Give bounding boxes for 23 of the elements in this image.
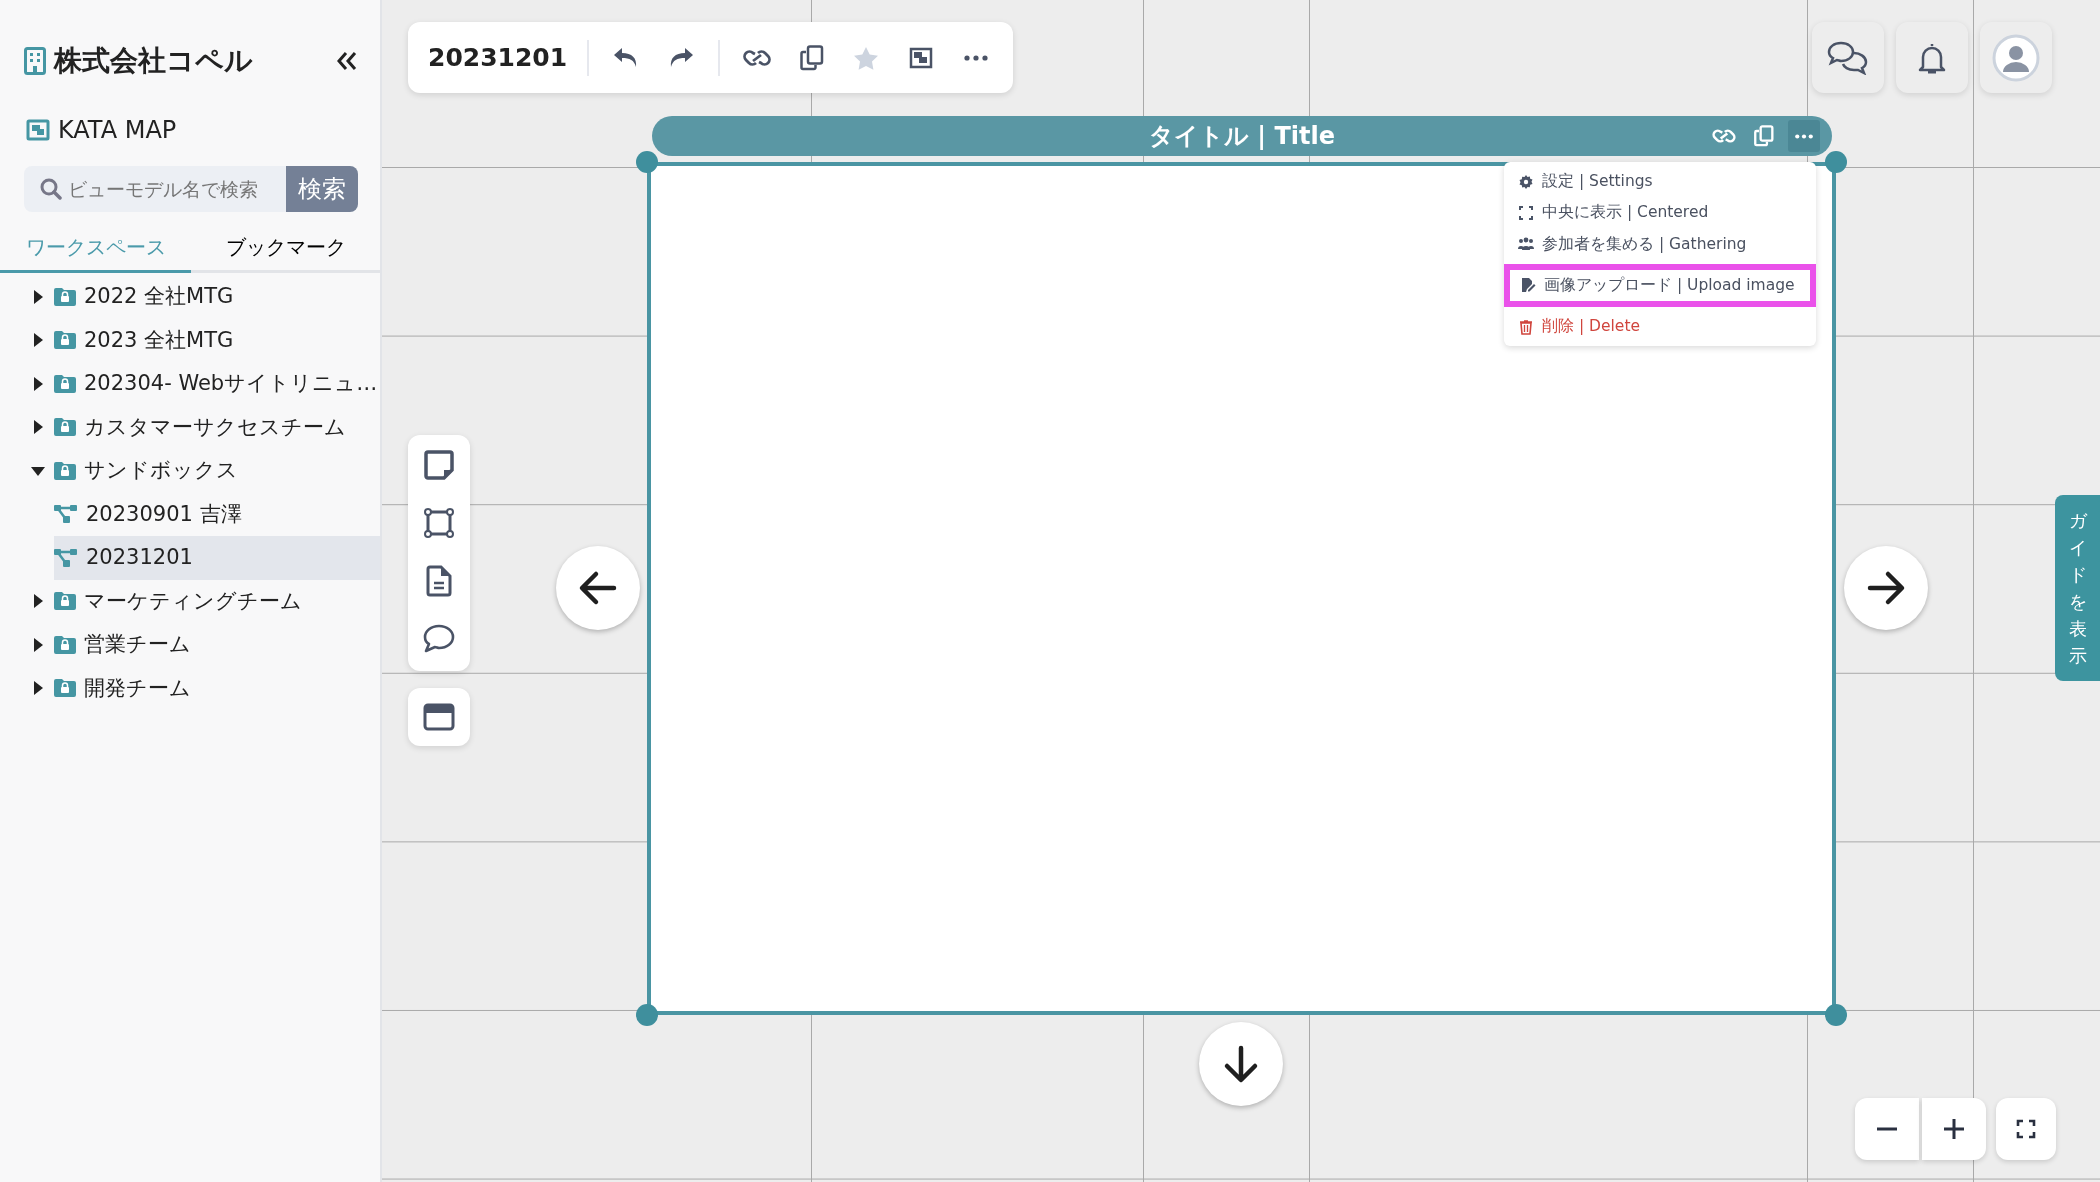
tree-item[interactable]: 2023 全社MTG <box>0 318 380 362</box>
sidebar-tab[interactable]: ブックマーク <box>191 226 380 273</box>
tree-item[interactable]: サンドボックス <box>0 449 380 493</box>
tree-item[interactable]: 2022 全社MTG <box>0 275 380 319</box>
tree-item[interactable]: カスタマーサクセスチーム <box>0 405 380 449</box>
tree-item[interactable]: マーケティングチーム <box>0 579 380 623</box>
tree-item[interactable]: 営業チーム <box>0 623 380 667</box>
search-button[interactable]: 検索 <box>286 166 358 212</box>
tree-item[interactable]: 開発チーム <box>0 666 380 710</box>
search-field[interactable]: ビューモデル名で検索 検索 <box>24 166 358 212</box>
tree-item[interactable]: 20230901 吉澤 <box>54 492 380 536</box>
tree-item[interactable]: 20231201 <box>54 536 380 580</box>
menu-item[interactable]: 参加者を集める | Gathering <box>1508 228 1812 260</box>
company-name: 株式会社コペル <box>54 43 253 79</box>
tree-item[interactable]: 202304- Webサイトリニュ… <box>0 362 380 406</box>
menu-item[interactable]: 中央に表示 | Centered <box>1508 197 1812 229</box>
menu-item[interactable]: 削除 | Delete <box>1508 311 1812 343</box>
frame-title: タイトル | Title <box>1148 121 1336 152</box>
guide-tab[interactable]: ガイドを表示 <box>2055 495 2100 681</box>
app-title: KATA MAP <box>58 115 177 146</box>
menu-item[interactable]: 設定 | Settings <box>1508 166 1812 198</box>
map-title: 20231201 <box>428 41 568 74</box>
menu-item[interactable]: 画像アップロード | Upload image <box>1504 263 1816 307</box>
